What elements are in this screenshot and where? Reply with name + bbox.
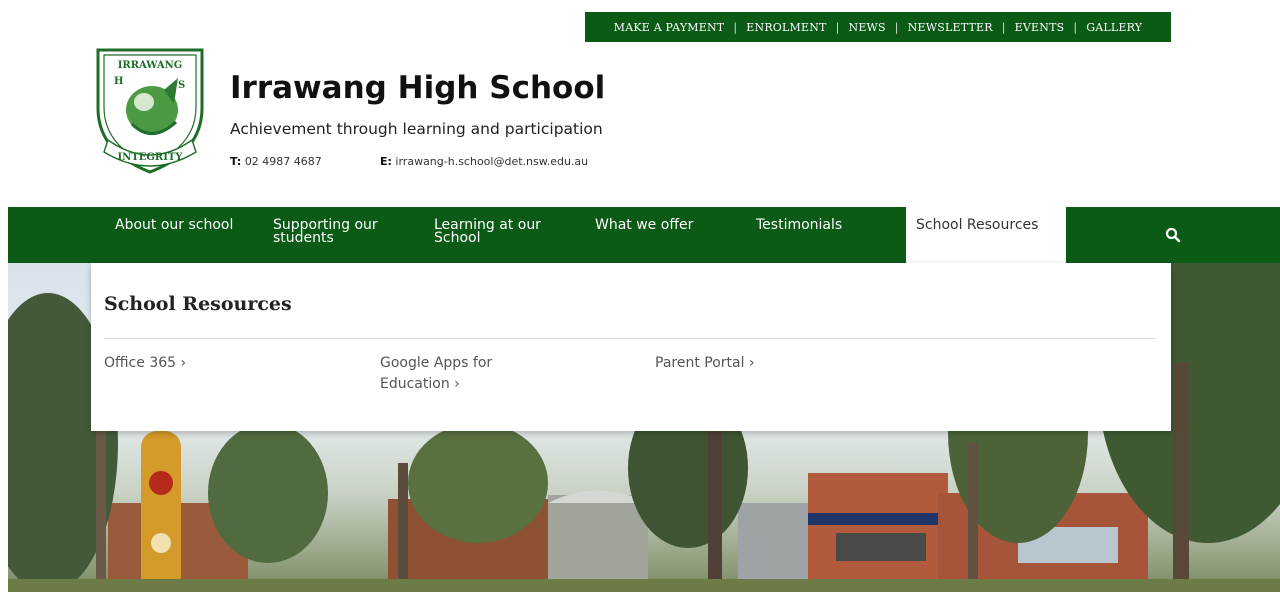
phone-number[interactable]: 02 4987 4687 xyxy=(245,155,322,168)
phone-label: T: xyxy=(230,155,242,168)
dropdown-divider xyxy=(104,338,1156,339)
utility-link-news[interactable]: NEWS xyxy=(845,21,890,34)
utility-link-enrolment[interactable]: ENROLMENT xyxy=(742,21,830,34)
utility-link-newsletter[interactable]: NEWSLETTER xyxy=(904,21,997,34)
school-tagline: Achievement through learning and partici… xyxy=(230,120,603,138)
link-label-line2: Education › xyxy=(380,376,460,392)
dropdown-link-google-apps[interactable]: Google Apps for Education › xyxy=(380,353,580,395)
utility-nav: MAKE A PAYMENT | ENROLMENT | NEWS | NEWS… xyxy=(585,12,1171,42)
utility-link-events[interactable]: EVENTS xyxy=(1011,21,1069,34)
nav-learning-at-our-school[interactable]: Learning at our School xyxy=(434,207,541,263)
svg-text:H: H xyxy=(114,76,123,87)
link-label: Google Apps for xyxy=(380,355,493,371)
nav-about-our-school[interactable]: About our school xyxy=(115,207,233,263)
school-name-title[interactable]: Irrawang High School xyxy=(230,70,605,106)
link-label: Office 365 › xyxy=(104,355,187,371)
nav-search-button[interactable] xyxy=(1066,207,1280,263)
school-resources-dropdown: School Resources Office 365 › Google App… xyxy=(91,263,1171,431)
nav-testimonials[interactable]: Testimonials xyxy=(756,207,842,263)
nav-school-resources[interactable]: School Resources xyxy=(906,207,1066,263)
utility-link-make-a-payment[interactable]: MAKE A PAYMENT xyxy=(610,21,729,34)
nav-label: What we offer xyxy=(595,217,694,233)
contact-phone: T: 02 4987 4687 xyxy=(230,155,322,168)
email-label: E: xyxy=(380,155,392,168)
dropdown-link-parent-portal[interactable]: Parent Portal › xyxy=(655,353,855,374)
utility-separator: | xyxy=(894,20,899,34)
main-nav: About our school Supporting our students… xyxy=(8,207,1280,263)
nav-what-we-offer[interactable]: What we offer xyxy=(595,207,693,263)
link-label: Parent Portal › xyxy=(655,355,755,371)
utility-separator: | xyxy=(1001,20,1006,34)
utility-separator: | xyxy=(733,20,738,34)
search-icon xyxy=(1165,227,1181,243)
utility-separator: | xyxy=(1073,20,1078,34)
email-address[interactable]: irrawang-h.school@det.nsw.edu.au xyxy=(395,155,588,168)
utility-link-gallery[interactable]: GALLERY xyxy=(1082,21,1146,34)
crest-icon: IRRAWANG H S INTEGRITY xyxy=(96,48,204,174)
nav-label: School Resources xyxy=(916,217,1039,233)
nav-label-line2: students xyxy=(273,230,334,246)
dropdown-title: School Resources xyxy=(104,293,292,315)
nav-label: Testimonials xyxy=(756,217,843,233)
nav-label: About our school xyxy=(115,217,234,233)
school-crest-logo[interactable]: IRRAWANG H S INTEGRITY xyxy=(92,44,208,176)
svg-text:IRRAWANG: IRRAWANG xyxy=(118,60,183,71)
utility-separator: | xyxy=(835,20,840,34)
svg-text:S: S xyxy=(178,80,185,91)
nav-label-line2: School xyxy=(434,230,481,246)
contact-email: E: irrawang-h.school@det.nsw.edu.au xyxy=(380,155,588,168)
dropdown-link-office-365[interactable]: Office 365 › xyxy=(104,353,304,374)
svg-text:INTEGRITY: INTEGRITY xyxy=(118,152,184,163)
nav-supporting-our-students[interactable]: Supporting our students xyxy=(273,207,378,263)
